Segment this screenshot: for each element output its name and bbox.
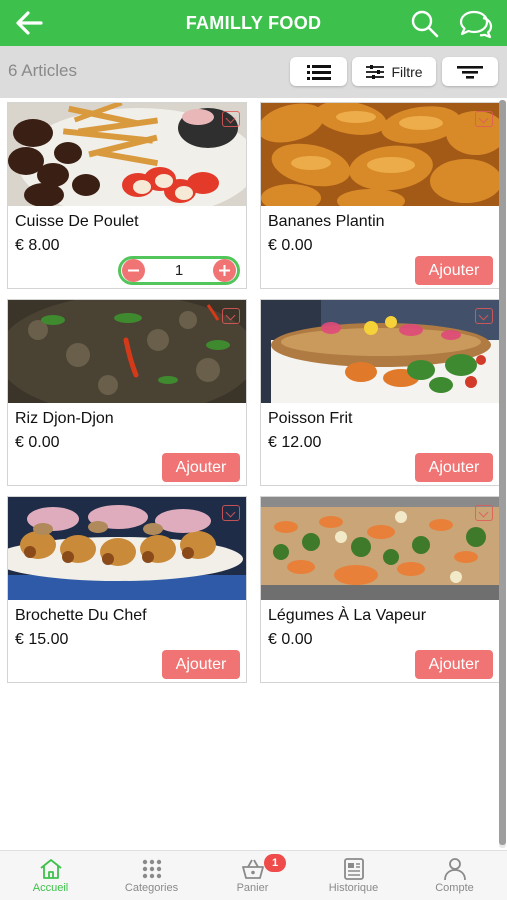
- scrollbar-thumb[interactable]: [499, 100, 506, 845]
- product-name: Brochette Du Chef: [15, 607, 147, 624]
- add-to-cart-button[interactable]: Ajouter: [162, 453, 240, 482]
- favorite-icon[interactable]: [222, 111, 240, 127]
- product-name: Bananes Plantin: [268, 213, 385, 230]
- nav-label: Categories: [124, 882, 179, 894]
- receipt-icon: [343, 858, 364, 880]
- add-to-cart-button[interactable]: Ajouter: [415, 650, 493, 679]
- app-screen: FAMILLY FOOD 6 Articles Filtre Cuisse De…: [0, 0, 507, 900]
- nav-item-accueil[interactable]: Accueil: [0, 851, 101, 900]
- product-image-rice: [8, 300, 246, 403]
- increase-quantity-button[interactable]: [213, 259, 236, 282]
- sliders-icon: [366, 64, 385, 79]
- favorite-icon[interactable]: [222, 505, 240, 521]
- product-image-vegetables: [261, 497, 499, 600]
- product-name: Légumes À La Vapeur: [268, 607, 427, 624]
- product-grid: Cuisse De Poulet € 8.00 1 Bananes Planti…: [0, 98, 500, 850]
- favorite-icon[interactable]: [475, 308, 493, 324]
- product-price: € 15.00: [15, 631, 69, 648]
- product-card[interactable]: Légumes À La Vapeur € 0.00 Ajouter: [260, 496, 500, 683]
- chat-bubbles-icon[interactable]: [458, 8, 494, 40]
- product-name: Poisson Frit: [268, 410, 353, 427]
- article-count: 6 Articles: [8, 61, 77, 80]
- quantity-value: 1: [174, 262, 184, 279]
- user-icon: [443, 858, 466, 881]
- product-name: Riz Djon-Djon: [15, 410, 114, 427]
- product-card[interactable]: Bananes Plantin € 0.00 Ajouter: [260, 102, 500, 289]
- nav-label: Accueil: [32, 882, 69, 894]
- list-icon: [306, 64, 331, 80]
- sort-lines-icon: [457, 65, 483, 79]
- arrow-left-icon[interactable]: [14, 9, 44, 37]
- product-image-plantain: [261, 103, 499, 206]
- product-card[interactable]: Poisson Frit € 12.00 Ajouter: [260, 299, 500, 486]
- favorite-icon[interactable]: [475, 111, 493, 127]
- filter-label: Filtre: [391, 63, 423, 80]
- list-view-button[interactable]: [290, 57, 347, 86]
- product-price: € 0.00: [268, 631, 313, 648]
- minus-icon: [128, 269, 139, 272]
- list-toolbar: 6 Articles Filtre: [0, 46, 507, 98]
- nav-item-historique[interactable]: Historique: [303, 851, 404, 900]
- filter-button[interactable]: Filtre: [352, 57, 436, 86]
- favorite-icon[interactable]: [222, 308, 240, 324]
- nav-label: Historique: [328, 882, 379, 894]
- add-to-cart-button[interactable]: Ajouter: [415, 256, 493, 285]
- product-name: Cuisse De Poulet: [15, 213, 139, 230]
- bottom-navigation: Accueil Categories 1 Panier Historique C…: [0, 850, 507, 900]
- product-image-chicken: [8, 103, 246, 206]
- product-image-fish: [261, 300, 499, 403]
- sort-button[interactable]: [442, 57, 498, 86]
- basket-icon: [241, 859, 264, 879]
- search-icon[interactable]: [410, 9, 440, 39]
- quantity-stepper: 1: [118, 256, 240, 285]
- product-card[interactable]: Riz Djon-Djon € 0.00 Ajouter: [7, 299, 247, 486]
- add-to-cart-button[interactable]: Ajouter: [162, 650, 240, 679]
- plus-icon: [219, 265, 230, 276]
- grid-dots-icon: [142, 859, 161, 879]
- decrease-quantity-button[interactable]: [122, 259, 145, 282]
- product-price: € 0.00: [268, 237, 313, 254]
- nav-item-panier[interactable]: 1 Panier: [202, 851, 303, 900]
- product-card[interactable]: Cuisse De Poulet € 8.00 1: [7, 102, 247, 289]
- home-icon: [39, 859, 62, 879]
- add-to-cart-button[interactable]: Ajouter: [415, 453, 493, 482]
- cart-count-badge: 1: [264, 854, 286, 872]
- nav-label: Panier: [236, 882, 269, 894]
- app-header: FAMILLY FOOD: [0, 0, 507, 46]
- nav-item-categories[interactable]: Categories: [101, 851, 202, 900]
- product-price: € 12.00: [268, 434, 322, 451]
- product-card[interactable]: Brochette Du Chef € 15.00 Ajouter: [7, 496, 247, 683]
- product-price: € 8.00: [15, 237, 60, 254]
- nav-item-compte[interactable]: Compte: [404, 851, 505, 900]
- product-price: € 0.00: [15, 434, 60, 451]
- favorite-icon[interactable]: [475, 505, 493, 521]
- nav-label: Compte: [435, 882, 474, 894]
- product-image-brochette: [8, 497, 246, 600]
